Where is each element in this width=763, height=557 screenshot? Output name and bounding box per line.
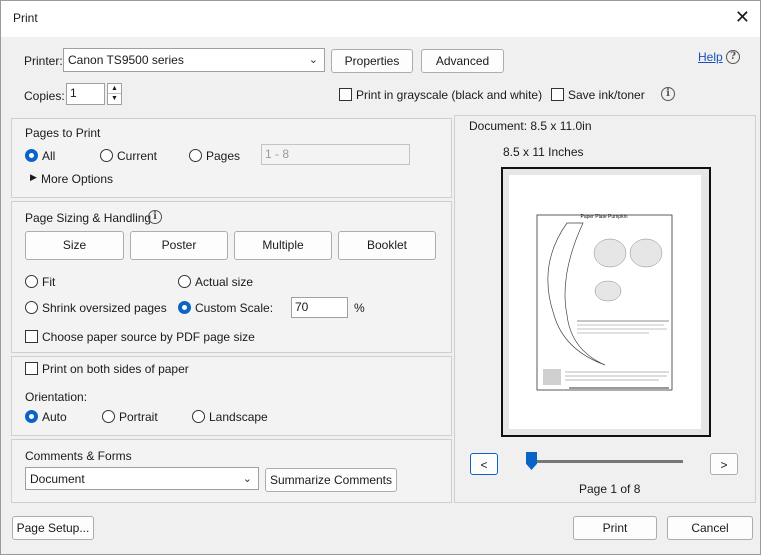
window-title: Print: [13, 11, 38, 25]
summarize-comments-button[interactable]: Summarize Comments: [265, 468, 397, 492]
help-icon[interactable]: ?: [726, 50, 740, 64]
fit-radio[interactable]: [25, 275, 38, 288]
comments-forms-select-value: Document: [30, 472, 85, 486]
auto-orientation-radio[interactable]: [25, 410, 38, 423]
multiple-tab-button[interactable]: Multiple: [234, 231, 332, 260]
actual-size-label: Actual size: [195, 275, 254, 289]
page-setup-button[interactable]: Page Setup...: [12, 516, 94, 540]
page-indicator: Page 1 of 8: [579, 482, 641, 496]
shrink-oversized-label: Shrink oversized pages: [42, 301, 167, 315]
paper-source-checkbox[interactable]: [25, 330, 38, 343]
size-tab-button[interactable]: Size: [25, 231, 124, 260]
copies-input[interactable]: 1: [66, 83, 105, 105]
page-range-radio[interactable]: [189, 149, 202, 162]
paper-size-label: 8.5 x 11 Inches: [503, 145, 584, 159]
current-page-label: Current: [117, 149, 158, 163]
both-sides-label: Print on both sides of paper: [42, 362, 189, 376]
booklet-tab-button[interactable]: Booklet: [338, 231, 436, 260]
all-pages-radio[interactable]: [25, 149, 38, 162]
current-page-radio[interactable]: [100, 149, 113, 162]
copies-label: Copies:: [24, 89, 65, 103]
printer-select[interactable]: Canon TS9500 series ⌄: [63, 48, 325, 72]
pages-to-print-heading: Pages to Print: [25, 126, 101, 140]
page-sizing-heading: Page Sizing & Handling: [25, 211, 152, 225]
portrait-label: Portrait: [119, 410, 158, 424]
grayscale-label: Print in grayscale (black and white): [356, 88, 543, 102]
expand-triangle-icon[interactable]: ▶: [30, 172, 37, 183]
document-size-label: Document: 8.5 x 11.0in: [469, 119, 592, 133]
copies-stepper[interactable]: ▲ ▼: [107, 83, 122, 105]
grayscale-checkbox[interactable]: [339, 88, 352, 101]
paper-source-label: Choose paper source by PDF page size: [42, 330, 255, 344]
auto-orientation-label: Auto: [42, 410, 67, 424]
close-icon[interactable]: ✕: [735, 7, 750, 27]
more-options-toggle[interactable]: More Options: [41, 172, 113, 186]
printer-select-value: Canon TS9500 series: [68, 53, 184, 67]
properties-button[interactable]: Properties: [331, 49, 413, 73]
orientation-label: Orientation:: [25, 390, 88, 404]
sheet-title: Paper Plate Pumpkin: [581, 214, 628, 220]
save-ink-label: Save ink/toner: [568, 88, 645, 102]
comments-forms-heading: Comments & Forms: [25, 449, 132, 463]
info-icon[interactable]: i: [661, 87, 675, 101]
chevron-down-icon: ⌄: [308, 54, 318, 66]
help-link[interactable]: Help: [698, 50, 723, 64]
preview-page-thumbnail: Paper Plate Pumpkin: [509, 175, 701, 429]
chevron-down-icon: ⌄: [242, 473, 252, 485]
cancel-button[interactable]: Cancel: [667, 516, 753, 540]
portrait-radio[interactable]: [102, 410, 115, 423]
all-pages-label: All: [42, 149, 56, 163]
page-range-input[interactable]: 1 - 8: [261, 144, 410, 165]
stepper-down-icon[interactable]: ▼: [108, 94, 121, 104]
page-range-label: Pages: [206, 149, 241, 163]
comments-forms-select[interactable]: Document ⌄: [25, 467, 259, 490]
preview-page-content: Paper Plate Pumpkin: [536, 214, 673, 391]
stepper-up-icon[interactable]: ▲: [108, 84, 121, 94]
actual-size-radio[interactable]: [178, 275, 191, 288]
printer-label: Printer:: [24, 54, 63, 68]
percent-sign: %: [354, 301, 365, 315]
poster-tab-button[interactable]: Poster: [130, 231, 228, 260]
previous-page-button[interactable]: <: [470, 453, 498, 475]
page-sizing-info-icon[interactable]: i: [148, 210, 162, 224]
custom-scale-radio[interactable]: [178, 301, 191, 314]
custom-scale-label: Custom Scale:: [195, 301, 274, 315]
save-ink-checkbox[interactable]: [551, 88, 564, 101]
custom-scale-input[interactable]: 70: [291, 297, 348, 318]
print-button[interactable]: Print: [573, 516, 657, 540]
print-dialog: Print ✕ Printer: Canon TS9500 series ⌄ P…: [0, 0, 761, 555]
page-slider-track[interactable]: [528, 460, 683, 463]
shrink-oversized-radio[interactable]: [25, 301, 38, 314]
next-page-button[interactable]: >: [710, 453, 738, 475]
fit-label: Fit: [42, 275, 56, 289]
advanced-button[interactable]: Advanced: [421, 49, 504, 73]
landscape-radio[interactable]: [192, 410, 205, 423]
both-sides-checkbox[interactable]: [25, 362, 38, 375]
landscape-label: Landscape: [209, 410, 268, 424]
title-bar: Print ✕: [1, 1, 760, 37]
